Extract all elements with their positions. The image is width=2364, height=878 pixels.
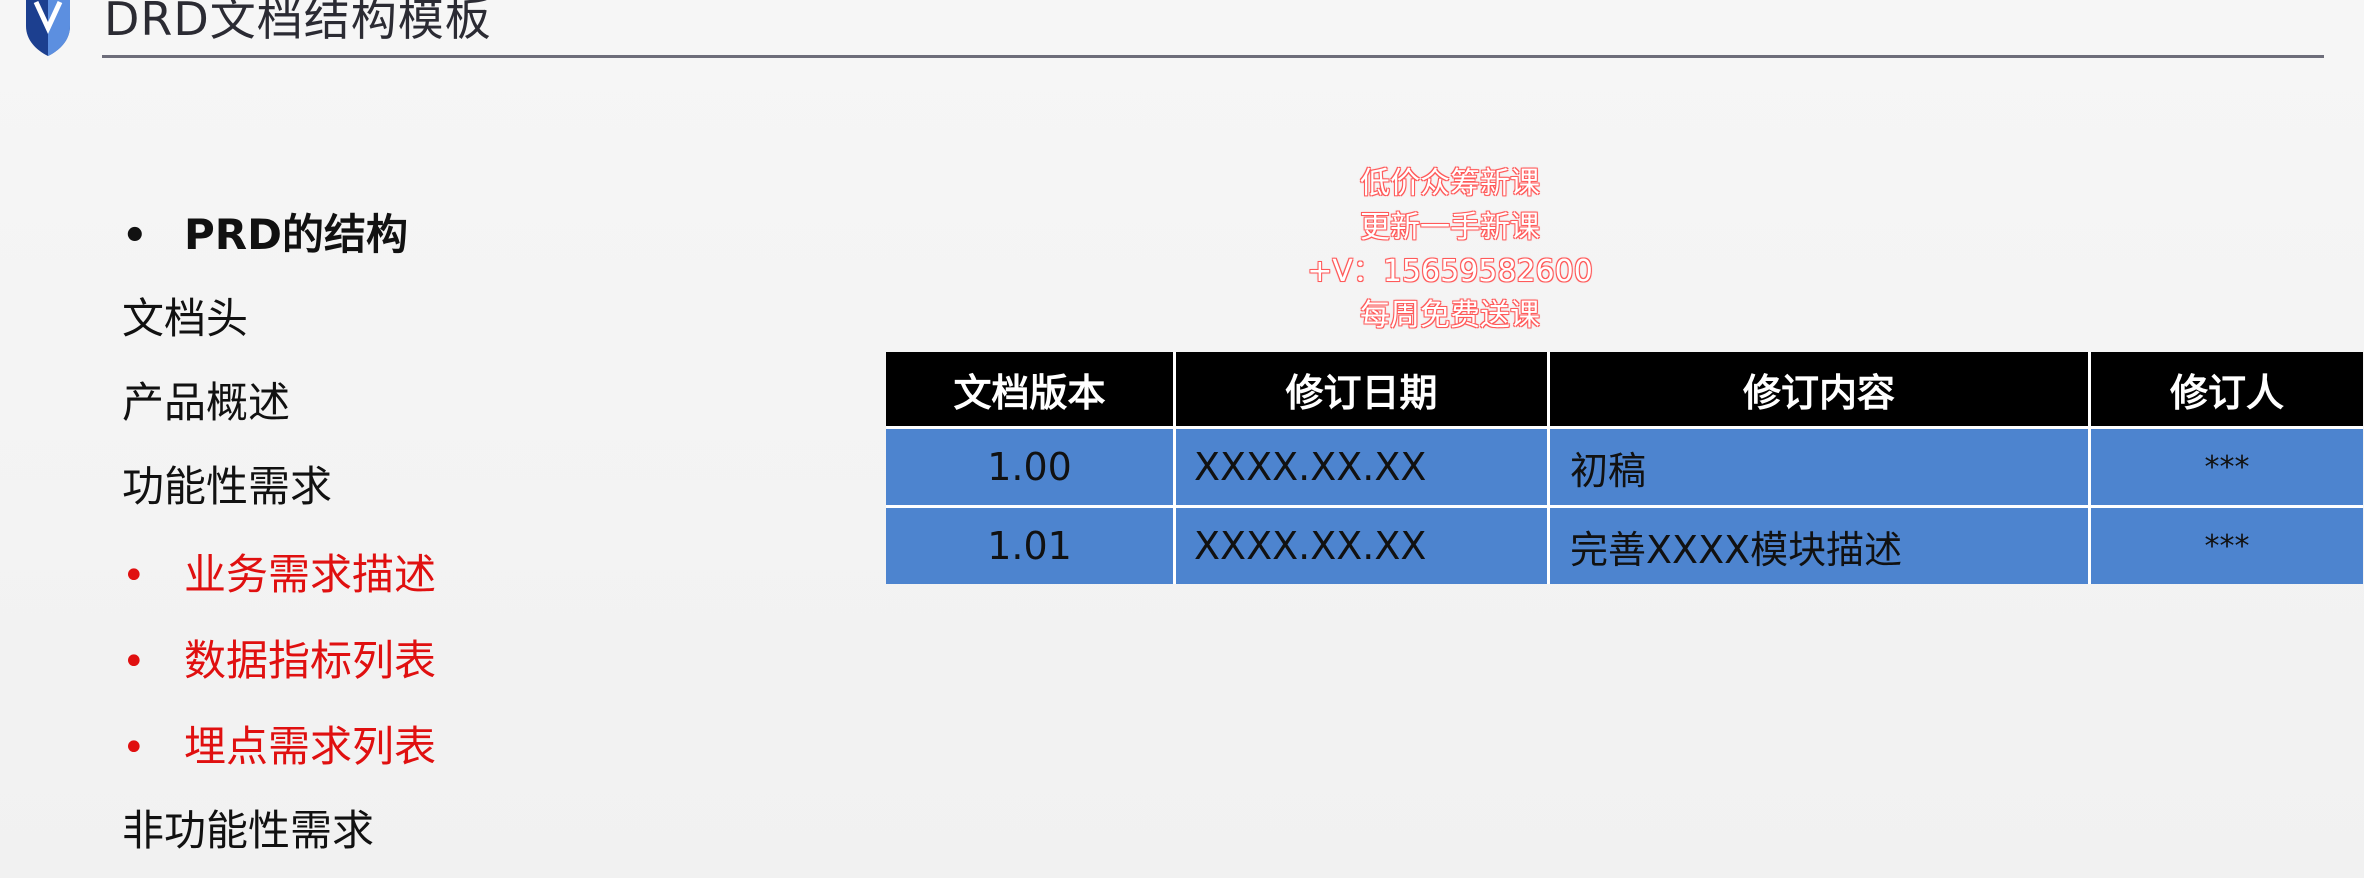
revision-table: 文档版本 修订日期 修订内容 修订人 1.00 XXXX.XX.XX 初稿 **… [886,352,2363,584]
watermark-line: 低价众筹新课 [1360,166,1540,201]
column-header-reviser: 修订人 [2089,352,2363,428]
outline-item: 非功能性需求 [122,796,374,866]
cell-content: 完善XXXX模块描述 [1548,505,2091,584]
header-divider [102,55,2324,58]
cell-version: 1.00 [886,426,1176,507]
column-header-date: 修订日期 [1174,352,1550,428]
watermark-line: 每周免费送课 [1360,298,1540,333]
outline-item-label: PRD的结构 [184,210,408,259]
slide: DRD文档结构模板 • PRD的结构 文档头 产品概述 功能性需求 • 业务需求描述… [0,0,2364,878]
outline-item: • 数据指标列表 [122,626,436,696]
outline-item-label: 产品概述 [122,378,291,427]
outline-item-label: 功能性需求 [122,462,333,511]
outline-item: 产品概述 [122,368,290,438]
outline-item-label: 非功能性需求 [122,806,375,855]
cell-reviser: *** [2089,426,2363,507]
table-row: 1.01 XXXX.XX.XX 完善XXXX模块描述 *** [886,505,2363,584]
cell-date: XXXX.XX.XX [1174,505,1550,584]
bullet-icon: • [122,725,146,771]
cell-date: XXXX.XX.XX [1174,426,1550,507]
outline-item-label: 业务需求描述 [184,550,437,599]
outline-item: 功能性需求 [122,452,332,522]
outline-item-label: 数据指标列表 [184,636,437,685]
logo-shield-icon [26,0,70,56]
outline-item-label: 文档头 [122,294,249,343]
cell-content: 初稿 [1548,426,2091,507]
bullet-icon: • [122,553,146,599]
page-title: DRD文档结构模板 [104,0,492,46]
column-header-version: 文档版本 [886,352,1176,428]
bullet-icon: • [122,639,146,685]
outline-item: • 埋点需求列表 [122,712,436,782]
cell-reviser: *** [2089,505,2363,584]
column-header-content: 修订内容 [1548,352,2091,428]
watermark-line: 更新一手新课 [1360,210,1540,245]
outline-item: • 业务需求描述 [122,540,436,610]
watermark-line: +V：15659582600 [1307,254,1593,289]
table-header-row: 文档版本 修订日期 修订内容 修订人 [886,352,2363,428]
bullet-icon: • [122,213,148,259]
cell-version: 1.01 [886,505,1176,584]
table-row: 1.00 XXXX.XX.XX 初稿 *** [886,426,2363,507]
outline-item-label: 埋点需求列表 [184,722,437,771]
outline-item: • PRD的结构 [122,200,408,270]
outline-item: 文档头 [122,284,248,354]
watermark: 低价众筹新课 更新一手新课 +V：15659582600 每周免费送课 [1300,162,1600,338]
